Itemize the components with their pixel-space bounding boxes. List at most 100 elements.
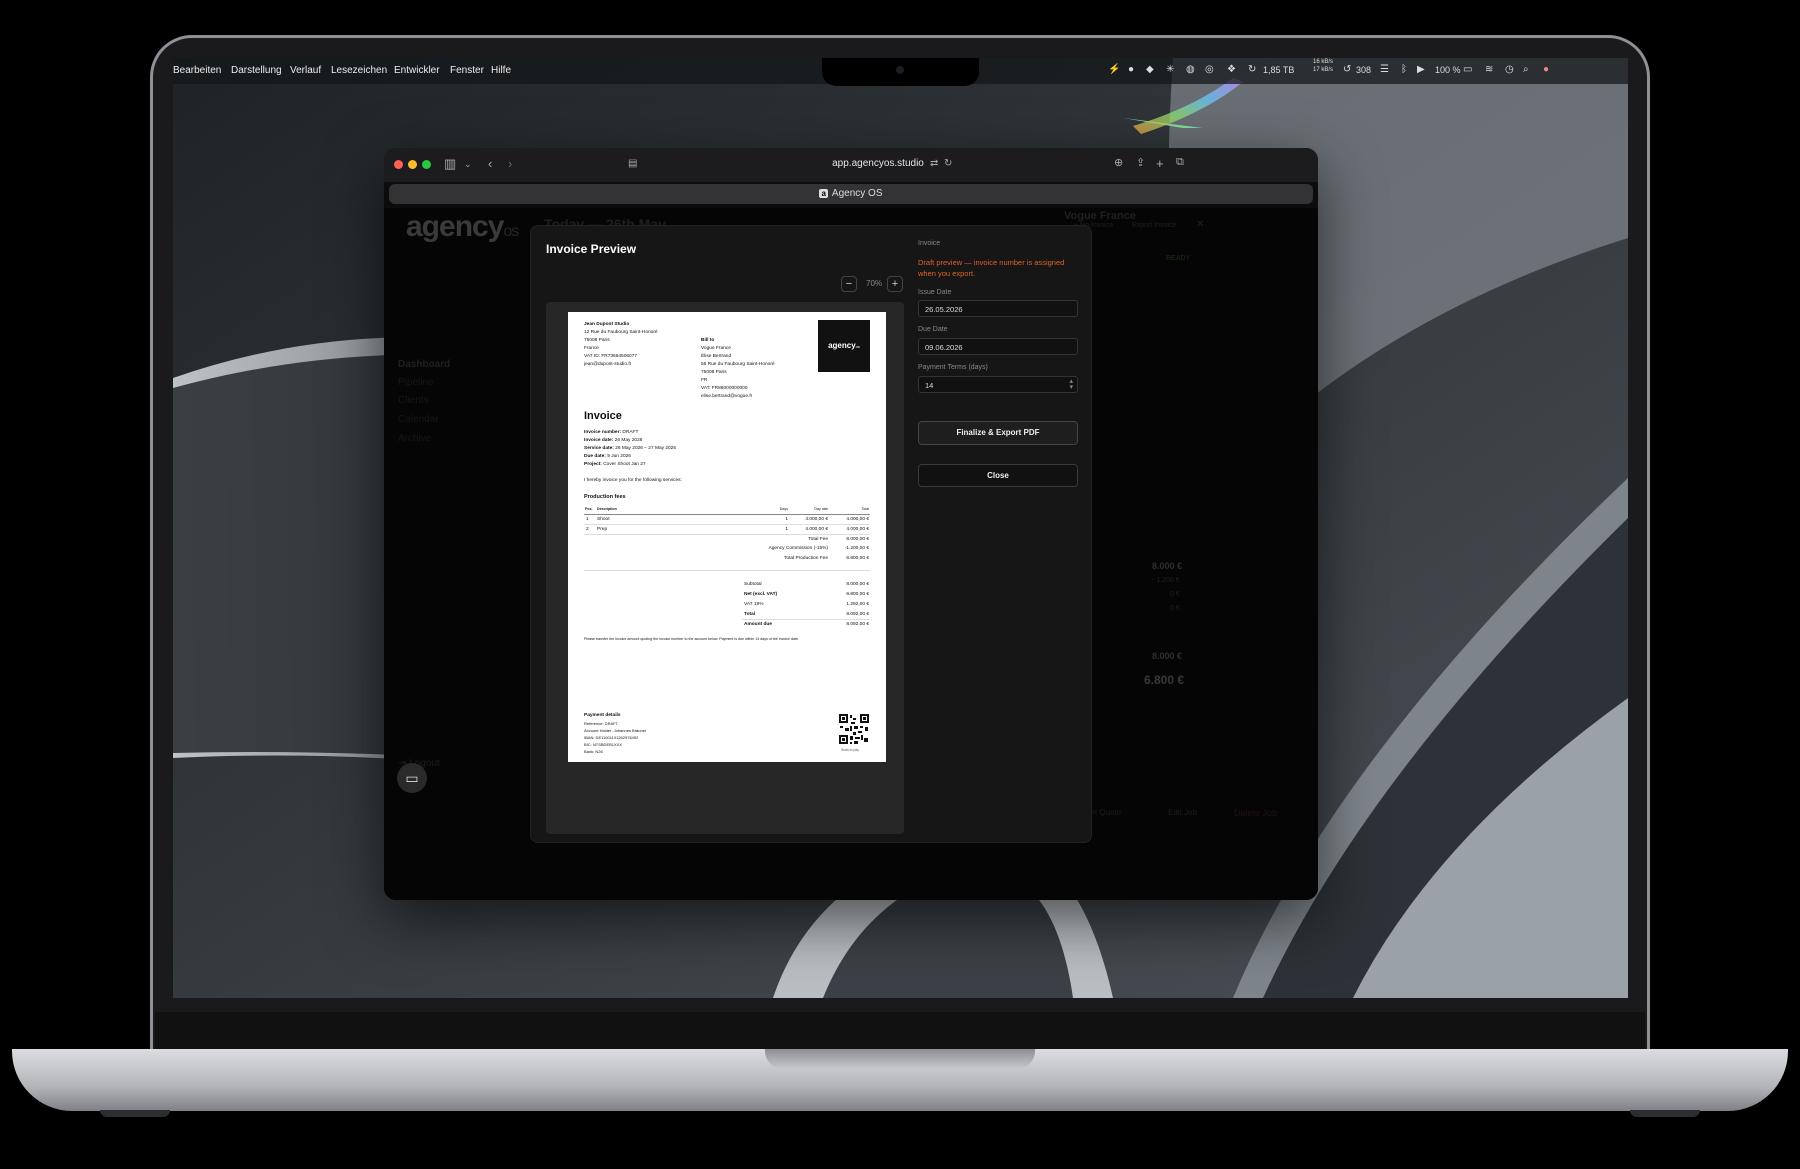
battery-percent[interactable]: 100 % [1435, 65, 1461, 75]
preview-area[interactable]: Jean Dupont Studio 12 Rue du Faubourg Sa… [546, 302, 904, 834]
summary-rule [742, 619, 870, 620]
zoom-in-button[interactable]: + [887, 276, 903, 292]
refresh-icon[interactable]: ↺ [1343, 64, 1351, 75]
new-tab-icon[interactable]: + [1156, 156, 1164, 171]
sync-icon[interactable]: ↻ [1248, 64, 1256, 75]
control-center-icon[interactable]: ● [1543, 64, 1549, 75]
vat-label: VAT 19% [744, 602, 764, 607]
section-heading: Production fees [584, 494, 626, 500]
tab-overview-icon[interactable]: ⧉ [1176, 156, 1184, 169]
row-2-rate: 4.000,00 € [805, 527, 828, 532]
dropbox-icon[interactable]: ❖ [1227, 64, 1236, 75]
sun-icon[interactable]: ✳ [1166, 64, 1174, 75]
laptop-bezel [155, 1012, 1645, 1050]
equalizer-icon[interactable]: ☰ [1380, 64, 1389, 75]
circle-icon[interactable]: ◎ [1205, 64, 1214, 75]
payment-terms-stepper[interactable]: 14 ▴ ▾ [918, 376, 1078, 393]
download-icon[interactable]: ⊕ [1114, 156, 1123, 169]
sender-street: 12 Rue du Faubourg Saint-Honoré [584, 330, 658, 335]
meta-invoice-number-label: Invoice number: [584, 430, 622, 435]
sync-count[interactable]: 308 [1356, 65, 1371, 75]
col-total: Total [861, 507, 869, 511]
amount-due-value: 8.092,00 € [846, 622, 869, 627]
row-1-rate: 4.000,00 € [805, 517, 828, 522]
commission-value: -1.200,00 € [844, 546, 869, 551]
invoice-page: Jean Dupont Studio 12 Rue du Faubourg Sa… [568, 312, 886, 762]
disk-usage[interactable]: 1,85 TB [1263, 65, 1294, 75]
issue-date-input[interactable]: 26.05.2026 [918, 300, 1078, 317]
menu-darstellung[interactable]: Darstellung [231, 65, 282, 76]
tab-agency-os[interactable]: a Agency OS [389, 188, 1313, 199]
zoom-window-icon[interactable] [422, 160, 431, 169]
battery-icon[interactable]: ▭ [1463, 64, 1472, 75]
bill-to-street: 56 Rue du Faubourg Saint-Honoré [701, 362, 775, 367]
payment-reference: Reference: DRAFT [584, 721, 619, 726]
network-up: 16 kB/s [1313, 59, 1334, 65]
close-window-icon[interactable] [394, 160, 403, 169]
wifi-icon[interactable]: ≋ [1485, 64, 1493, 75]
stepper-arrows-icon[interactable]: ▴ ▾ [1069, 378, 1073, 391]
col-pos: Pos. [585, 507, 593, 511]
forward-icon[interactable]: › [508, 156, 512, 171]
net-value: 6.800,00 € [846, 592, 869, 597]
menu-lesezeichen[interactable]: Lesezeichen [331, 65, 387, 76]
chat-icon: ▭ [405, 770, 419, 786]
shield-icon[interactable]: ◆ [1146, 64, 1154, 75]
due-date-input[interactable]: 09.06.2026 [918, 338, 1078, 355]
menu-verlauf[interactable]: Verlauf [290, 65, 321, 76]
network-speed[interactable]: 16 kB/s 17 kB/s [1313, 58, 1333, 74]
payment-note: Please transfer the invoice amount quoti… [584, 637, 799, 641]
menu-bearbeiten[interactable]: Bearbeiten [173, 65, 221, 76]
modal-title: Invoice Preview [546, 242, 637, 256]
sender-city: 75008 Paris [584, 338, 610, 343]
play-icon[interactable]: ▶ [1417, 64, 1425, 75]
translate-icon[interactable]: ⇄ [930, 158, 938, 169]
browser-toolbar: ▥ ⌄ ‹ › ▤ app.agencyos.studio ⇄ ↻ ⊕ ⇪ + … [384, 148, 1318, 182]
total-fee-label: Total Fee [808, 537, 828, 542]
payment-bank: Bank: N26 [584, 749, 603, 754]
sender-email: jean@dupont-studio.fr [584, 362, 632, 367]
zoom-out-button[interactable]: − [841, 276, 857, 292]
close-button[interactable]: Close [918, 464, 1078, 487]
payment-terms-value: 14 [925, 381, 934, 390]
zoom-level: 70% [866, 279, 883, 288]
camera-notch [822, 58, 979, 86]
meta-due-date-value: 9 Jun 2026 [607, 454, 631, 459]
back-icon[interactable]: ‹ [488, 156, 492, 171]
mic-icon[interactable]: ● [1128, 64, 1134, 75]
page-settings-icon[interactable]: ▤ [628, 158, 637, 169]
invoice-logo: agencyos [818, 320, 870, 372]
share-icon[interactable]: ⇪ [1136, 156, 1145, 169]
bill-to-company: Vogue France [701, 346, 731, 351]
menu-entwickler[interactable]: Entwickler [394, 65, 440, 76]
bluetooth-icon[interactable]: ᛒ [1401, 64, 1407, 75]
reload-icon[interactable]: ↻ [944, 158, 952, 169]
favicon-icon: a [819, 189, 828, 198]
section-rule [584, 570, 870, 571]
production-fee-value: 6.800,00 € [846, 556, 869, 561]
laptop-opening-notch [765, 1049, 1035, 1069]
cloud-icon[interactable]: ◍ [1186, 64, 1195, 75]
subtotal-value: 8.000,00 € [846, 582, 869, 587]
finalize-export-button[interactable]: Finalize & Export PDF [918, 421, 1078, 445]
search-icon[interactable]: ⌕ [1523, 64, 1529, 75]
menu-hilfe[interactable]: Hilfe [491, 65, 511, 76]
minimize-window-icon[interactable] [408, 160, 417, 169]
meta-project-value: Cover Shoot Jan 27 [603, 462, 646, 467]
meta-due-date-label: Due date: [584, 454, 606, 459]
chat-button[interactable]: ▭ [397, 763, 427, 793]
col-day-rate: Day rate [814, 507, 828, 511]
chevron-down-icon[interactable]: ⌄ [464, 159, 472, 170]
bolt-icon[interactable]: ⚡ [1108, 64, 1120, 75]
row-1-pos: 1 [586, 517, 589, 522]
menu-fenster[interactable]: Fenster [450, 65, 484, 76]
vat-value: 1.292,00 € [846, 602, 869, 607]
sidebar-toggle-icon[interactable]: ▥ [444, 156, 456, 172]
net-label: Net (excl. VAT) [744, 592, 778, 597]
invoice-section-label: Invoice [918, 240, 941, 247]
tab-title: Agency OS [831, 188, 883, 199]
clock-icon[interactable]: ◷ [1505, 64, 1514, 75]
bill-to-email: elise.bertrand@vogue.fr [701, 394, 753, 399]
sender-country: France [584, 346, 599, 351]
invoice-preview-modal: Invoice Preview − 70% + Jean Dupont Stud… [530, 225, 1092, 843]
